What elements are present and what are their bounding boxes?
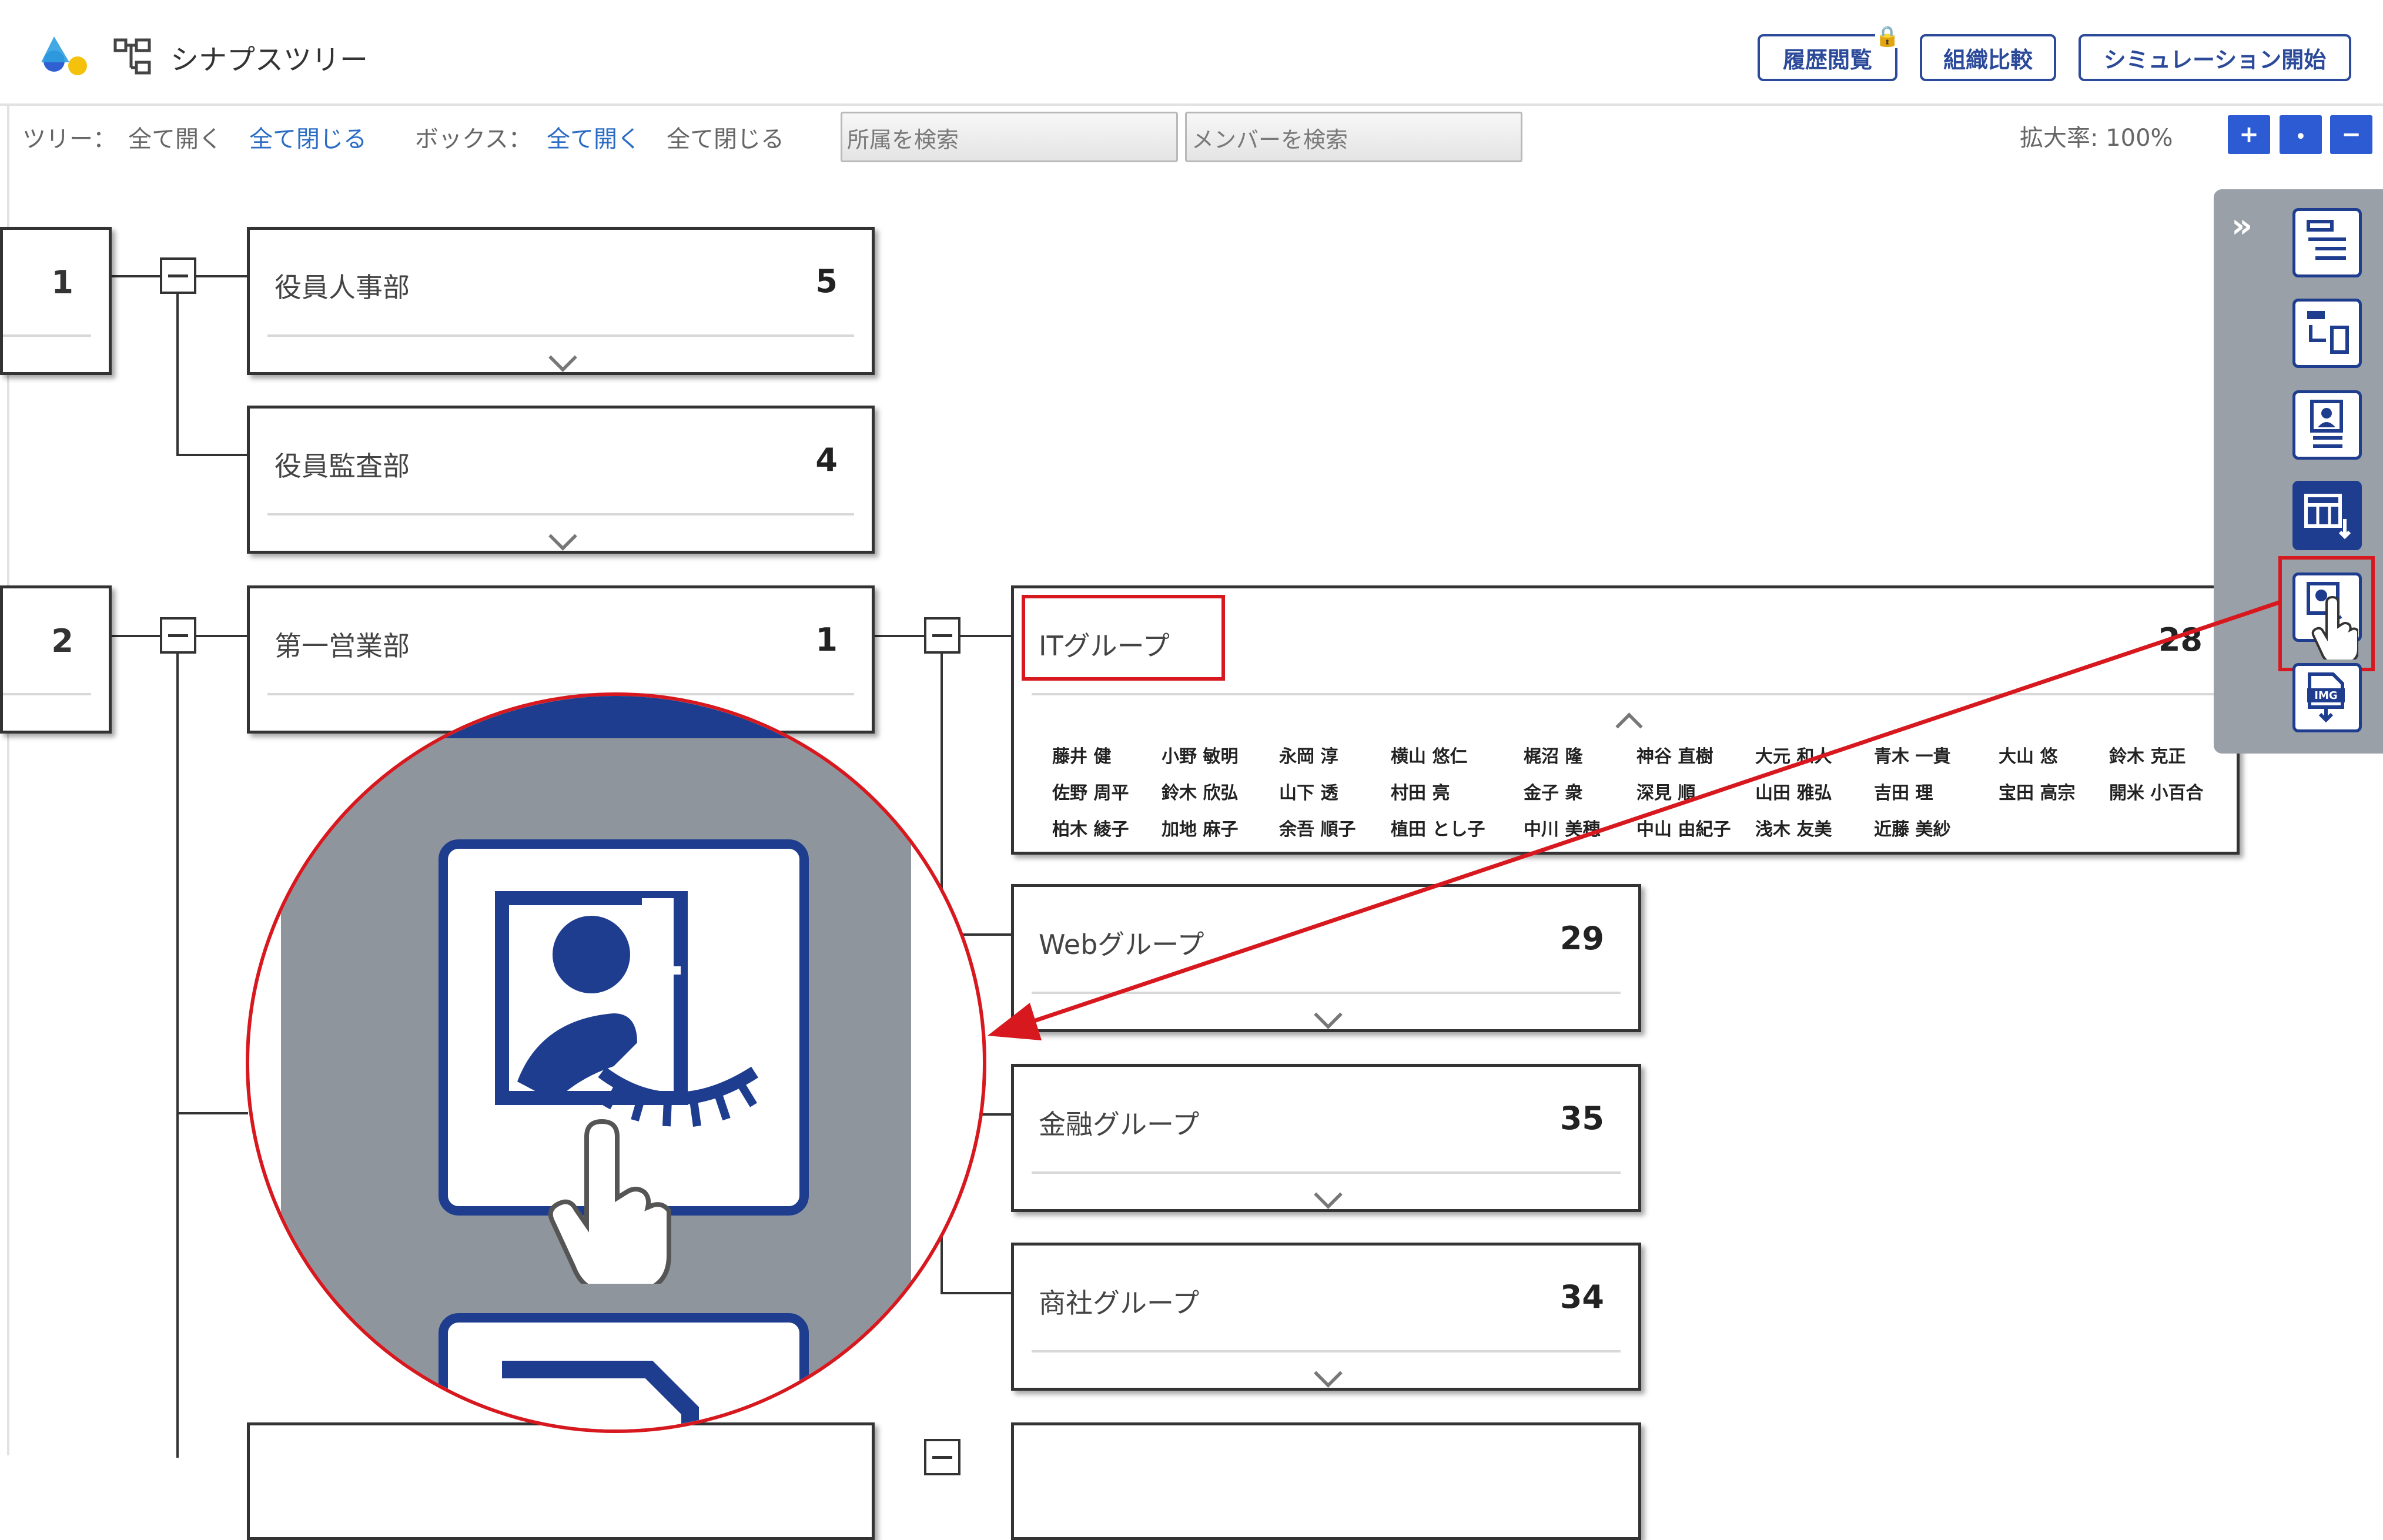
magnified-next-button [439,1313,809,1429]
magnified-button-above [408,696,855,738]
pointer-hand-icon-large [548,1119,671,1284]
magnifier-zoom [246,692,986,1433]
